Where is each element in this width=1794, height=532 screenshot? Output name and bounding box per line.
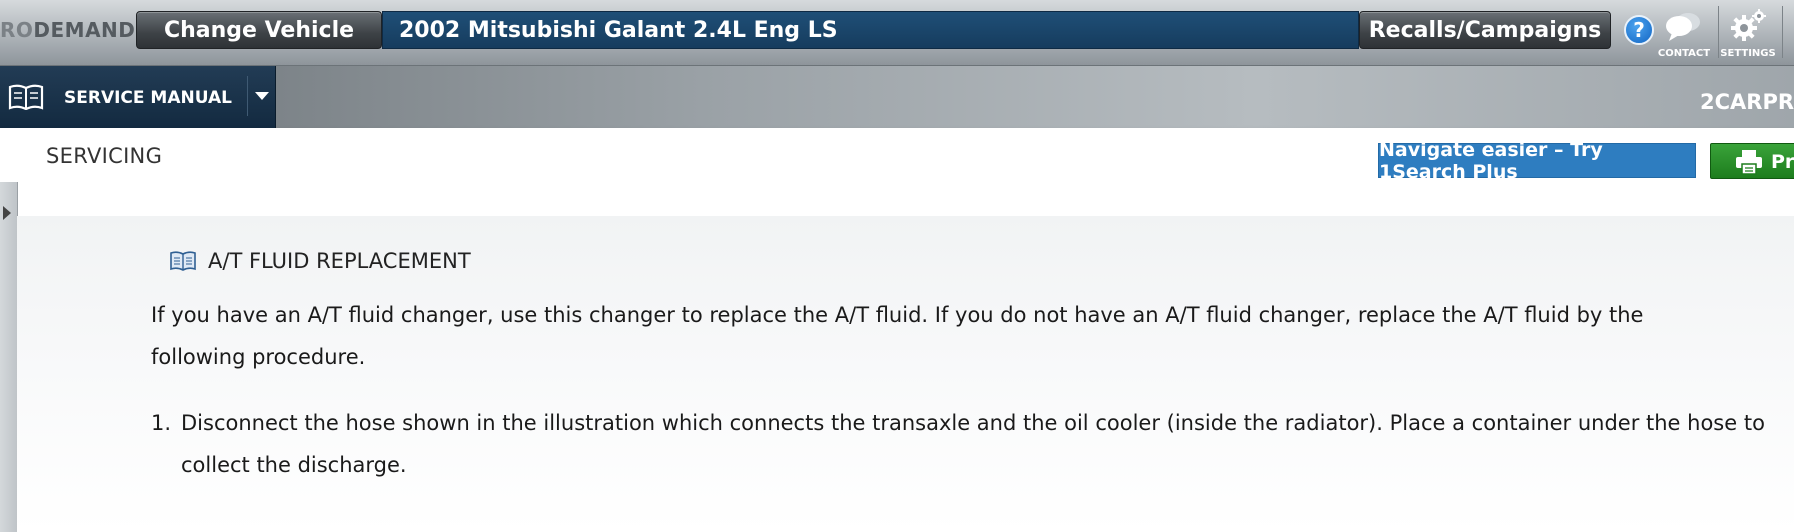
article-title: A/T FLUID REPLACEMENT — [170, 249, 471, 273]
caret-down-icon[interactable] — [255, 92, 269, 100]
brand-suffix: DEMAND — [33, 18, 136, 42]
vehicle-field[interactable]: 2002 Mitsubishi Galant 2.4L Eng LS — [382, 11, 1359, 49]
procedure-step: 1. Disconnect the hose shown in the illu… — [151, 402, 1791, 486]
manual-book-icon — [8, 84, 44, 110]
recalls-campaigns-label: Recalls/Campaigns — [1368, 17, 1602, 43]
change-vehicle-label: Change Vehicle — [163, 17, 355, 43]
module-bar: SERVICE MANUAL 2CARPRO — [0, 66, 1794, 128]
help-icon[interactable]: ? — [1624, 15, 1654, 45]
toolbar-divider — [1718, 6, 1719, 58]
chat-bubble-icon — [1666, 13, 1700, 41]
article-title-text: A/T FLUID REPLACEMENT — [208, 249, 471, 273]
gear-icon — [1731, 9, 1766, 41]
vehicle-name: 2002 Mitsubishi Galant 2.4L Eng LS — [399, 17, 838, 43]
brand-prefix: RO — [0, 18, 34, 42]
change-vehicle-button[interactable]: Change Vehicle — [136, 11, 382, 49]
contact-label: CONTACT — [1657, 48, 1711, 59]
top-bar: RODEMAND Change Vehicle 2002 Mitsubishi … — [0, 0, 1794, 66]
section-title: SERVICING — [46, 144, 163, 168]
service-manual-label: SERVICE MANUAL — [64, 88, 233, 108]
search-plus-label: Navigate easier – Try 1Search Plus — [1379, 138, 1603, 183]
contact-button[interactable]: CONTACT — [1656, 8, 1712, 60]
settings-button[interactable]: SETTINGS — [1720, 8, 1776, 60]
book-open-icon — [170, 251, 196, 271]
search-plus-button[interactable]: Navigate easier – Try 1Search Plus — [1378, 139, 1696, 183]
menu-divider — [247, 76, 248, 116]
sidebar-toggle[interactable] — [0, 182, 18, 532]
settings-label: SETTINGS — [1720, 48, 1776, 59]
section-header: SERVICING Navigate easier – Try 1Search … — [0, 128, 1794, 216]
expand-arrow-icon — [3, 206, 11, 220]
step-text: Disconnect the hose shown in the illustr… — [181, 411, 1765, 477]
step-number: 1. — [151, 411, 172, 435]
recalls-campaigns-button[interactable]: Recalls/Campaigns — [1359, 11, 1611, 49]
print-button[interactable]: Print — [1710, 143, 1794, 179]
article-content: A/T FLUID REPLACEMENT If you have an A/T… — [17, 216, 1794, 532]
service-manual-menu[interactable]: SERVICE MANUAL — [0, 66, 276, 128]
print-label: Print — [1771, 151, 1794, 173]
brand-logo[interactable]: RODEMAND — [0, 18, 135, 42]
help-glyph: ? — [1633, 18, 1645, 42]
account-name: 2CARPRO — [1700, 90, 1794, 114]
printer-icon — [1736, 150, 1762, 175]
intro-paragraph: If you have an A/T fluid changer, use th… — [151, 303, 1644, 369]
toolbar-divider — [1782, 6, 1783, 58]
